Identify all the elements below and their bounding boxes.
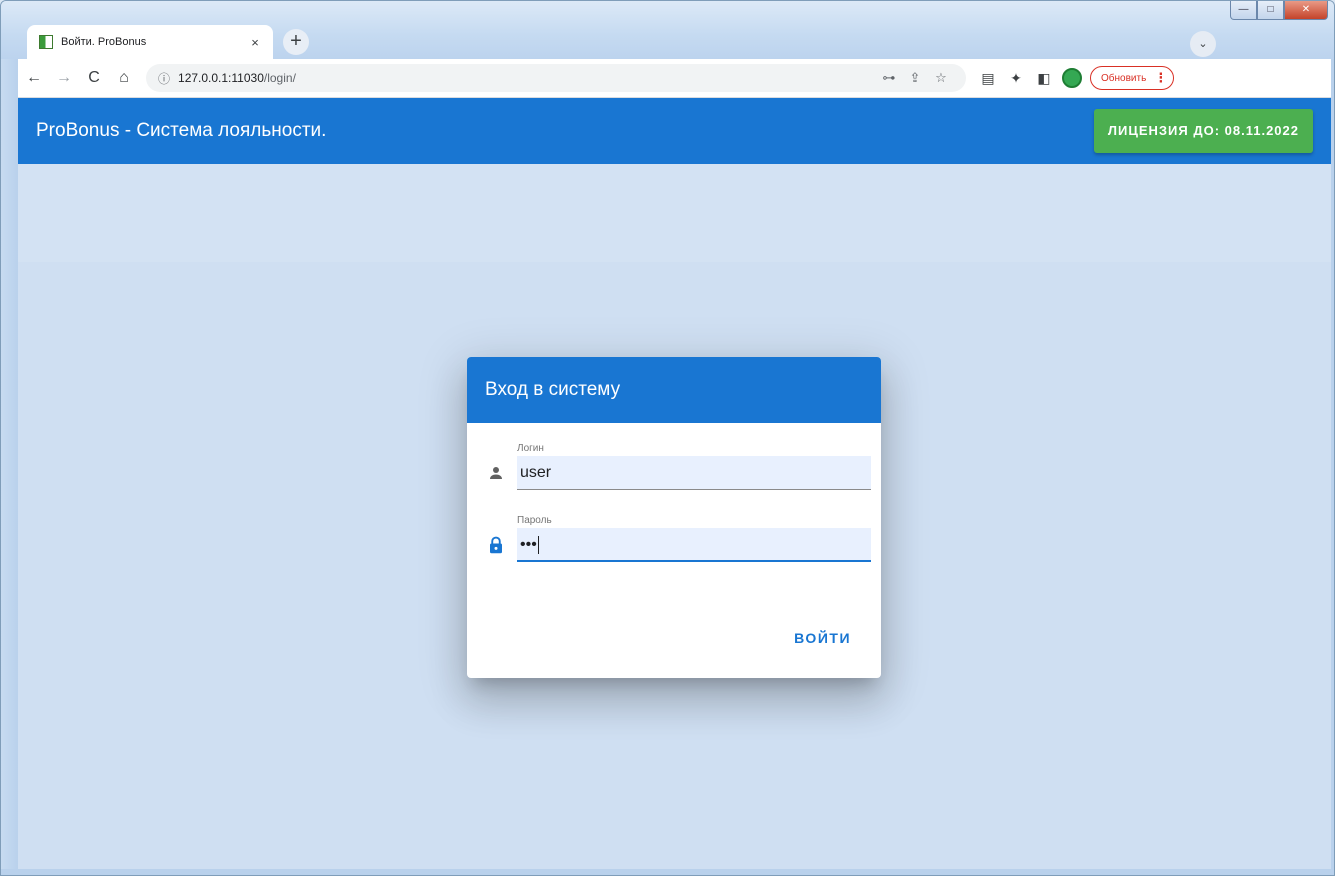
close-window-button[interactable]: ✕	[1284, 1, 1328, 20]
login-button[interactable]: ВОЙТИ	[782, 620, 863, 656]
site-info-icon[interactable]: ⓘ	[158, 70, 170, 87]
extension-icons: ▤ ✦ ◧	[974, 70, 1058, 87]
license-button[interactable]: ЛИЦЕНЗИЯ ДО: 08.11.2022	[1093, 109, 1313, 153]
password-box: Пароль •••	[517, 515, 871, 562]
window-frame-bottom	[1, 869, 1334, 875]
update-browser-button[interactable]: Обновить ⋮	[1090, 66, 1175, 90]
new-tab-button[interactable]: +	[283, 29, 309, 55]
login-input[interactable]: user	[517, 456, 871, 490]
page-content: Вход в систему Логин user Пароль ••• ВОЙ…	[18, 164, 1331, 871]
text-caret	[537, 535, 539, 554]
browser-tab[interactable]: Войти. ProBonus ×	[27, 25, 273, 59]
password-input[interactable]: •••	[517, 528, 871, 562]
menu-dots-icon: ⋮	[1154, 70, 1168, 85]
window-frame-left	[1, 59, 18, 875]
maximize-button[interactable]: □	[1257, 1, 1284, 20]
update-label: Обновить	[1101, 72, 1147, 84]
bookmark-star-icon[interactable]: ☆	[928, 70, 954, 86]
dialog-title: Вход в систему	[467, 357, 881, 423]
window-controls: — □ ✕	[1230, 1, 1328, 21]
back-button[interactable]: ←	[20, 64, 48, 92]
login-dialog: Вход в систему Логин user Пароль ••• ВОЙ…	[467, 357, 881, 678]
browser-window: Войти. ProBonus × + ⌄ — □ ✕ ← → C ⌂ ⓘ 12…	[0, 0, 1335, 876]
address-bar[interactable]: ⓘ 127.0.0.1:11030/login/ ⊶ ⇪ ☆	[146, 64, 966, 92]
password-dots: •••	[520, 536, 537, 553]
side-panel-icon[interactable]: ◧	[1030, 70, 1058, 87]
password-key-icon[interactable]: ⊶	[876, 70, 902, 86]
tab-search-button[interactable]: ⌄	[1190, 31, 1216, 57]
extensions-puzzle-icon[interactable]: ✦	[1002, 70, 1030, 87]
profile-avatar[interactable]	[1062, 68, 1082, 88]
favicon-icon	[39, 35, 53, 49]
password-field: Пароль •••	[481, 515, 871, 562]
app-title: ProBonus - Система лояльности.	[36, 120, 327, 141]
omnibox-icons: ⊶ ⇪ ☆	[876, 70, 954, 86]
url-text: 127.0.0.1:11030/login/	[178, 71, 296, 85]
login-box: Логин user	[517, 443, 871, 490]
home-button[interactable]: ⌂	[110, 64, 138, 92]
share-icon[interactable]: ⇪	[902, 70, 928, 86]
tab-close-icon[interactable]: ×	[247, 35, 263, 50]
person-icon	[481, 456, 511, 490]
content-top-band	[18, 164, 1331, 262]
login-field: Логин user	[481, 443, 871, 490]
login-label: Логин	[517, 443, 544, 454]
url-path: /login/	[263, 71, 296, 85]
browser-toolbar: ← → C ⌂ ⓘ 127.0.0.1:11030/login/ ⊶ ⇪ ☆ ▤…	[18, 59, 1331, 98]
password-label: Пароль	[517, 515, 552, 526]
minimize-button[interactable]: —	[1230, 1, 1257, 20]
title-bar: Войти. ProBonus × + ⌄ — □ ✕	[1, 1, 1334, 59]
lock-icon	[481, 528, 511, 562]
forward-button[interactable]: →	[50, 64, 78, 92]
app-header: ProBonus - Система лояльности. ЛИЦЕНЗИЯ …	[18, 98, 1331, 164]
reload-button[interactable]: C	[80, 64, 108, 92]
tab-title: Войти. ProBonus	[61, 36, 147, 48]
reading-list-icon[interactable]: ▤	[974, 70, 1002, 87]
url-host: 127.0.0.1:11030	[178, 71, 264, 85]
